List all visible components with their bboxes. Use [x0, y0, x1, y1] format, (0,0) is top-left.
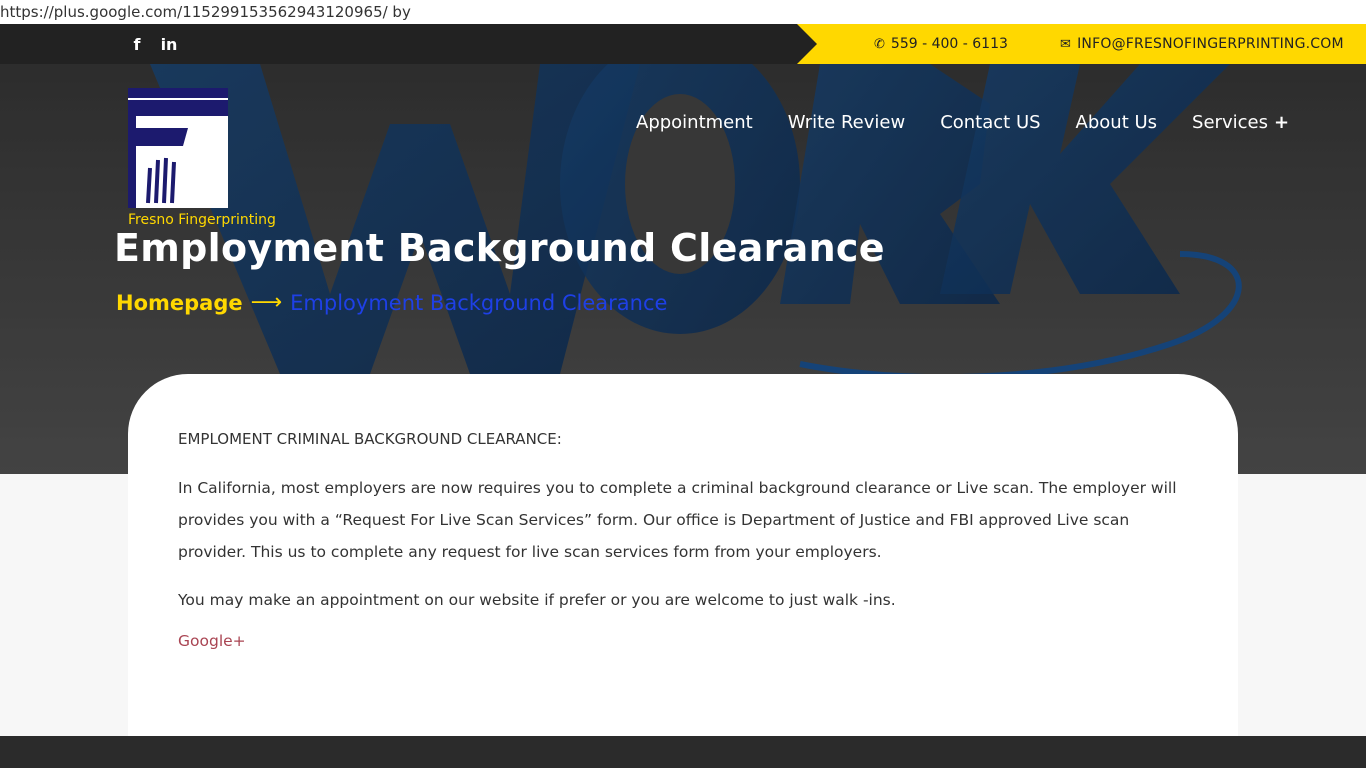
phone-number: 559 - 400 - 6113 [890, 36, 1008, 52]
facebook-icon[interactable]: f [128, 35, 146, 54]
social-links: f in [128, 24, 178, 64]
nav-write-review[interactable]: Write Review [788, 108, 905, 138]
breadcrumb: Homepage ⟶ Employment Background Clearan… [116, 290, 667, 315]
linkedin-icon[interactable]: in [160, 35, 178, 54]
email-link[interactable]: ✉ INFO@FRESNOFINGERPRINTING.COM [1060, 24, 1344, 64]
page-title: Employment Background Clearance [114, 226, 885, 270]
nav-contact-us[interactable]: Contact US [940, 108, 1040, 138]
footer [0, 736, 1366, 768]
main-nav: Appointment Write Review Contact US Abou… [636, 108, 1289, 138]
top-bar: f in ✆ 559 - 400 - 6113 ✉ INFO@FRESNOFINGE… [0, 24, 1366, 64]
logo-image [128, 88, 228, 208]
phone-icon: ✆ [874, 37, 885, 52]
content-paragraph-2: You may make an appointment on our websi… [178, 591, 896, 609]
nav-services[interactable]: Services + [1192, 108, 1289, 138]
plus-icon: + [1273, 112, 1290, 133]
breadcrumb-home[interactable]: Homepage [116, 291, 243, 315]
content-heading: EMPLOMENT CRIMINAL BACKGROUND CLEARANCE: [178, 430, 562, 448]
content-card: EMPLOMENT CRIMINAL BACKGROUND CLEARANCE:… [128, 374, 1238, 736]
breadcrumb-current: Employment Background Clearance [290, 290, 668, 315]
envelope-icon: ✉ [1060, 37, 1072, 52]
nav-services-label: Services [1192, 112, 1268, 133]
content-paragraph-1: In California, most employers are now re… [178, 479, 1177, 561]
site-logo[interactable] [128, 88, 228, 208]
nav-about-us[interactable]: About Us [1076, 108, 1158, 138]
google-plus-link[interactable]: Google+ [178, 632, 246, 650]
email-address: INFO@FRESNOFINGERPRINTING.COM [1077, 36, 1344, 52]
arrow-right-icon: ⟶ [250, 290, 283, 315]
nav-appointment[interactable]: Appointment [636, 108, 753, 138]
status-url-text: https://plus.google.com/1152991535629431… [0, 0, 1366, 24]
phone-link[interactable]: ✆ 559 - 400 - 6113 [874, 24, 1008, 64]
